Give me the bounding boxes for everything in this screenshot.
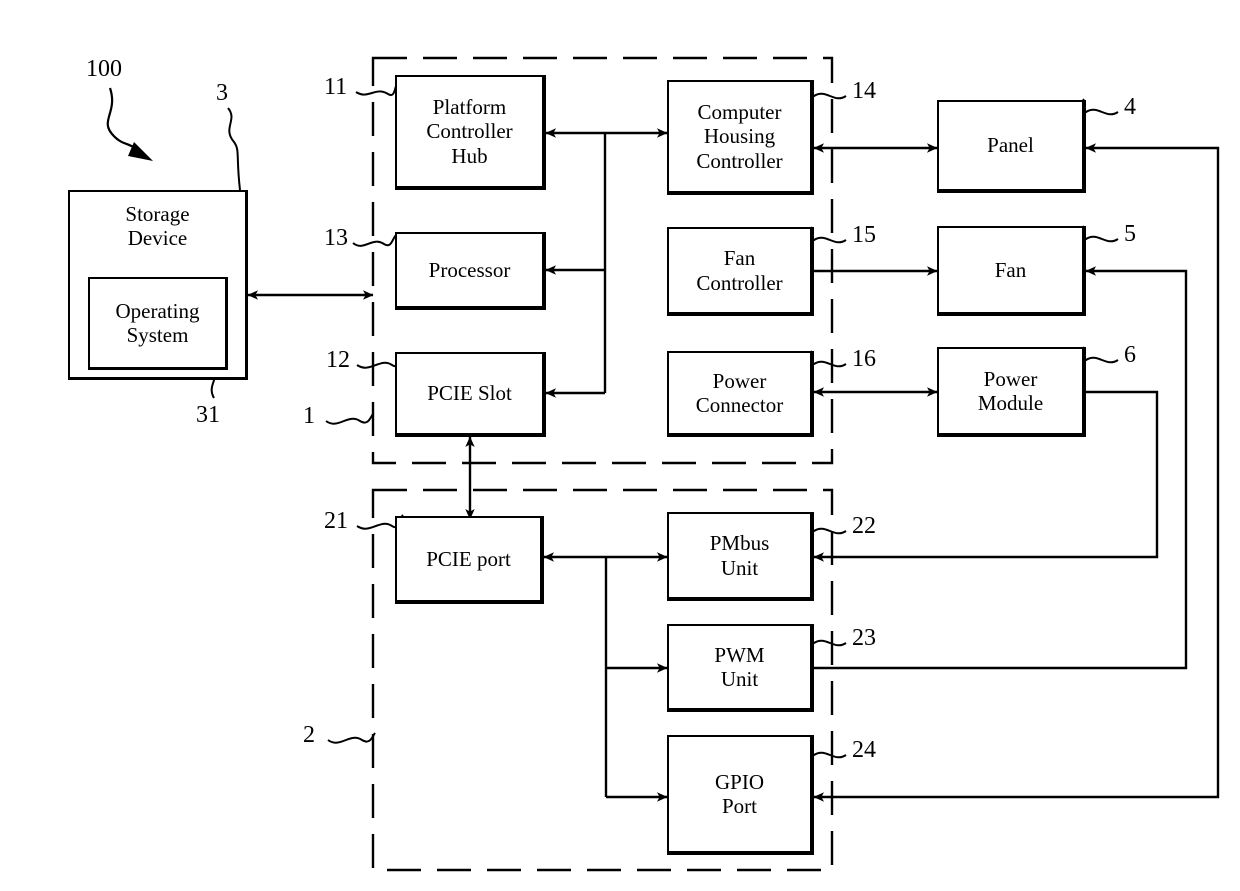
block-computer-housing-controller-label: Computer Housing Controller (696, 100, 783, 173)
lead-4 (1079, 98, 1119, 116)
refnum-5: 5 (1124, 221, 1136, 247)
lead-1 (325, 413, 374, 425)
block-platform-controller-hub-label: Platform Controller Hub (426, 95, 513, 168)
block-computer-housing-controller[interactable]: Computer Housing Controller (667, 80, 814, 195)
refnum-15: 15 (852, 222, 876, 248)
block-pmbus-unit-label: PMbus Unit (709, 531, 770, 580)
block-gpio-port[interactable]: GPIO Port (667, 735, 814, 855)
block-processor-label: Processor (428, 257, 511, 282)
lead-16 (807, 350, 847, 368)
block-operating-system-label: Operating System (115, 298, 200, 347)
refnum-16: 16 (852, 346, 876, 372)
block-pcie-slot[interactable]: PCIE Slot (395, 352, 546, 437)
lead-22 (807, 517, 847, 535)
block-storage-device-label: Storage Device (125, 202, 190, 251)
lead-24 (807, 741, 847, 759)
lead-13 (352, 233, 398, 247)
lead-2 (327, 732, 376, 744)
block-fan[interactable]: Fan (937, 226, 1086, 316)
lead-5 (1079, 225, 1119, 243)
lead-23 (807, 629, 847, 647)
refnum-2: 2 (303, 722, 315, 748)
block-panel[interactable]: Panel (937, 100, 1086, 193)
refnum-22: 22 (852, 513, 876, 539)
block-fan-controller[interactable]: Fan Controller (667, 227, 814, 316)
lead-11 (355, 79, 400, 97)
block-gpio-port-label: GPIO Port (714, 769, 764, 818)
block-processor[interactable]: Processor (395, 232, 546, 310)
link-pwm-to-fan (814, 266, 1188, 670)
refnum-1: 1 (303, 403, 315, 429)
block-power-connector-label: Power Connector (695, 368, 784, 417)
block-pmbus-unit[interactable]: PMbus Unit (667, 512, 814, 601)
block-fan-controller-label: Fan Controller (696, 246, 783, 295)
patent-figure-canvas: 100 3 31 11 13 12 1 14 15 16 4 5 6 21 2 … (0, 0, 1240, 891)
refnum-31: 31 (196, 402, 220, 428)
block-pwm-unit-label: PWM Unit (714, 642, 765, 691)
block-pcie-port[interactable]: PCIE port (395, 516, 544, 604)
refnum-3: 3 (216, 80, 228, 106)
lead-100 (106, 87, 145, 157)
lead-14 (807, 82, 847, 100)
block-pcie-port-label: PCIE port (426, 546, 511, 571)
block-platform-controller-hub[interactable]: Platform Controller Hub (395, 75, 546, 190)
lead-3 (227, 107, 241, 191)
block-pcie-slot-label: PCIE Slot (427, 381, 512, 406)
block-pwm-unit[interactable]: PWM Unit (667, 624, 814, 712)
block-operating-system[interactable]: Operating System (88, 277, 228, 370)
refnum-24: 24 (852, 737, 876, 763)
refnum-14: 14 (852, 78, 876, 104)
refnum-6: 6 (1124, 342, 1136, 368)
refnum-4: 4 (1124, 94, 1136, 120)
block-fan-label: Fan (994, 257, 1027, 282)
lead-6 (1079, 346, 1119, 364)
refnum-11: 11 (324, 74, 348, 100)
refnum-100: 100 (86, 56, 122, 82)
lead-100-arrowhead (128, 142, 153, 161)
block-panel-label: Panel (987, 133, 1034, 158)
block-power-connector[interactable]: Power Connector (667, 351, 814, 437)
block-power-module-label: Power Module (977, 366, 1044, 415)
refnum-21: 21 (324, 508, 348, 534)
lead-15 (807, 226, 847, 244)
refnum-23: 23 (852, 625, 876, 651)
block-power-module[interactable]: Power Module (937, 347, 1086, 437)
refnum-12: 12 (326, 347, 350, 373)
refnum-13: 13 (324, 225, 348, 251)
